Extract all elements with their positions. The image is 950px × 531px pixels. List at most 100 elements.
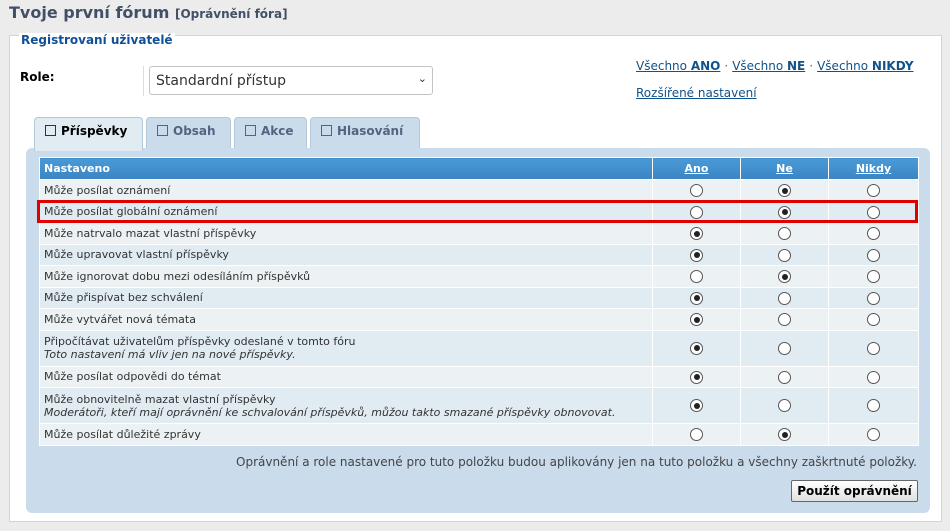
radio-icon[interactable] xyxy=(690,184,703,197)
table-row: Může obnovitelně mazat vlastní příspěvky… xyxy=(39,387,919,424)
tab-polls[interactable]: Hlasování xyxy=(310,117,420,149)
column-header-yes[interactable]: Ano xyxy=(652,157,741,180)
radio-cell-no xyxy=(740,365,829,388)
link-separator: · xyxy=(724,59,729,73)
radio-cell-no xyxy=(740,329,829,367)
column-header-no[interactable]: Ne xyxy=(740,157,829,180)
radio-cell-yes xyxy=(652,265,741,288)
radio-cell-never xyxy=(828,423,919,446)
radio-icon[interactable] xyxy=(778,341,791,355)
radio-icon[interactable] xyxy=(778,428,791,441)
radio-cell-yes xyxy=(652,179,741,202)
permission-name: Může posílat důležité zprávy xyxy=(44,427,201,441)
set-all-no-link[interactable]: Všechno NE xyxy=(732,59,805,73)
set-all-never-link[interactable]: Všechno NIKDY xyxy=(817,59,913,73)
permission-name: Může posílat odpovědi do témat xyxy=(44,370,221,384)
tab-actions[interactable]: Akce xyxy=(234,117,307,149)
radio-icon[interactable] xyxy=(867,399,880,413)
set-all-yes-link[interactable]: Všechno ANO xyxy=(636,59,720,73)
radio-icon[interactable] xyxy=(867,313,880,326)
radio-cell-never xyxy=(828,308,919,331)
radio-icon[interactable] xyxy=(867,428,880,441)
radio-icon[interactable] xyxy=(690,248,703,262)
column-header-never[interactable]: Nikdy xyxy=(828,157,919,180)
table-row: Může posílat důležité zprávy xyxy=(39,423,919,446)
radio-icon[interactable] xyxy=(690,291,703,305)
radio-cell-yes xyxy=(652,308,741,331)
role-select[interactable]: Standardní přístup ⌄ xyxy=(149,66,433,95)
radio-icon[interactable] xyxy=(778,205,791,219)
radio-icon[interactable] xyxy=(690,270,703,283)
radio-icon[interactable] xyxy=(690,428,703,441)
permission-label: Připočítávat uživatelům příspěvky odesla… xyxy=(39,329,653,367)
tab-content[interactable]: Obsah xyxy=(146,117,231,149)
permission-name: Může posílat globální oznámení xyxy=(44,205,218,219)
radio-cell-yes xyxy=(652,329,741,367)
radio-cell-no xyxy=(740,243,829,266)
radio-cell-yes xyxy=(652,423,741,446)
radio-icon[interactable] xyxy=(778,248,791,262)
tab-posts[interactable]: Příspěvky xyxy=(34,117,143,151)
radio-cell-no xyxy=(740,387,829,424)
radio-cell-no xyxy=(740,286,829,309)
radio-icon[interactable] xyxy=(867,184,880,197)
table-row: Může posílat oznámení xyxy=(39,179,919,202)
permission-name: Může obnovitelně mazat vlastní příspěvky xyxy=(44,392,276,406)
table-row: Může natrvalo mazat vlastní příspěvky xyxy=(39,222,919,245)
permission-explain: Moderátoři, kteří mají oprávnění ke schv… xyxy=(44,405,616,419)
table-row: Může upravovat vlastní příspěvky xyxy=(39,243,919,266)
radio-cell-never xyxy=(828,286,919,309)
permission-label: Může přispívat bez schválení xyxy=(39,286,653,309)
table-row: Může posílat odpovědi do témat xyxy=(39,365,919,388)
checkbox-icon[interactable] xyxy=(321,125,332,136)
radio-cell-never xyxy=(828,387,919,424)
checkbox-icon[interactable] xyxy=(245,125,256,136)
radio-cell-no xyxy=(740,200,829,223)
radio-icon[interactable] xyxy=(778,227,791,240)
radio-icon[interactable] xyxy=(778,291,791,305)
radio-cell-no xyxy=(740,308,829,331)
forum-title: Tvoje první fórum xyxy=(9,3,170,22)
radio-icon[interactable] xyxy=(867,370,880,384)
group-legend: Registrovaní uživatelé xyxy=(19,33,175,47)
radio-icon[interactable] xyxy=(867,341,880,355)
radio-cell-never xyxy=(828,200,919,223)
page-subtitle: [Oprávnění fóra] xyxy=(174,7,288,21)
radio-cell-no xyxy=(740,423,829,446)
column-header-setting: Nastaveno xyxy=(39,157,653,180)
permission-name: Připočítávat uživatelům příspěvky odesla… xyxy=(44,335,356,348)
radio-icon[interactable] xyxy=(778,370,791,384)
radio-cell-never xyxy=(828,243,919,266)
radio-cell-never xyxy=(828,265,919,288)
apply-permissions-button[interactable]: Použít oprávnění xyxy=(791,480,918,502)
radio-icon[interactable] xyxy=(778,270,791,283)
radio-cell-never xyxy=(828,329,919,367)
radio-cell-yes xyxy=(652,365,741,388)
radio-icon[interactable] xyxy=(690,341,703,355)
permission-explain: Toto nastavení má vliv jen na nové přísp… xyxy=(44,348,296,361)
radio-icon[interactable] xyxy=(690,205,703,219)
checkbox-icon[interactable] xyxy=(45,125,56,136)
radio-icon[interactable] xyxy=(778,313,791,326)
radio-icon[interactable] xyxy=(867,248,880,262)
table-row: Může posílat globální oznámení xyxy=(39,200,919,223)
radio-cell-yes xyxy=(652,222,741,245)
radio-icon[interactable] xyxy=(867,205,880,219)
link-separator: · xyxy=(809,59,814,73)
radio-icon[interactable] xyxy=(690,227,703,240)
role-select-value: Standardní přístup xyxy=(156,73,286,89)
radio-cell-yes xyxy=(652,286,741,309)
radio-icon[interactable] xyxy=(690,399,703,413)
radio-icon[interactable] xyxy=(778,184,791,197)
permission-name: Může vytvářet nová témata xyxy=(44,312,196,326)
table-row: Může přispívat bez schválení xyxy=(39,286,919,309)
checkbox-icon[interactable] xyxy=(157,125,168,136)
advanced-settings-link[interactable]: Rozšířené nastavení xyxy=(636,86,757,100)
radio-cell-no xyxy=(740,222,829,245)
radio-icon[interactable] xyxy=(690,313,703,326)
radio-icon[interactable] xyxy=(690,370,703,384)
radio-icon[interactable] xyxy=(867,291,880,305)
radio-icon[interactable] xyxy=(778,399,791,413)
radio-icon[interactable] xyxy=(867,270,880,283)
radio-icon[interactable] xyxy=(867,227,880,240)
